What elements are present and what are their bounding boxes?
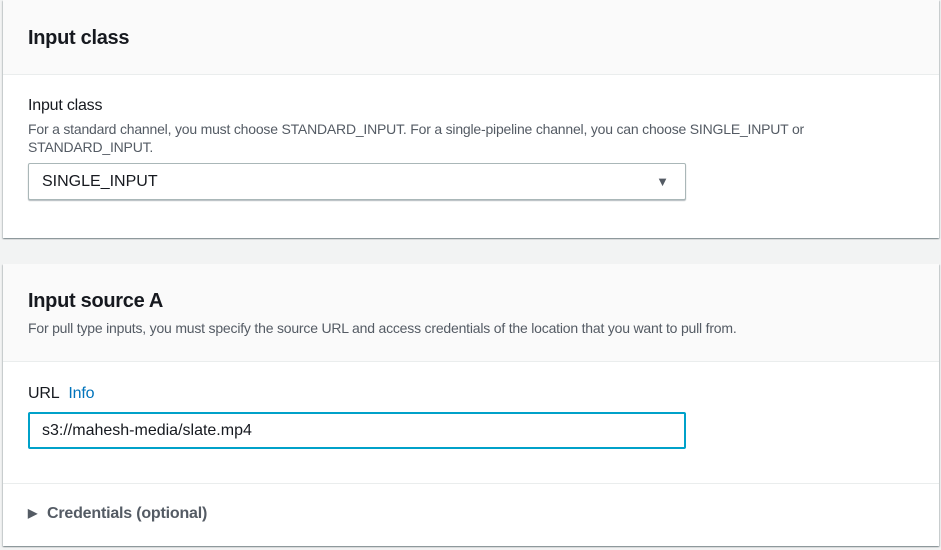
divider: [3, 483, 939, 484]
panel-description: For pull type inputs, you must specify t…: [28, 320, 737, 336]
url-label: URL: [28, 385, 60, 402]
panel-header: Input source A For pull type inputs, you…: [3, 264, 939, 362]
input-class-description: For a standard channel, you must choose …: [28, 121, 805, 155]
url-label-row: URL Info: [28, 385, 95, 403]
caret-down-icon: ▼: [656, 174, 669, 189]
panel-title: Input source A: [28, 290, 164, 312]
panel-header: Input class: [3, 0, 939, 75]
input-class-label: Input class: [28, 97, 103, 114]
caret-right-icon: ▶: [28, 506, 38, 520]
input-source-panel: Input source A For pull type inputs, you…: [3, 264, 939, 546]
url-input[interactable]: s3://mahesh-media/slate.mp4: [28, 412, 686, 449]
panel-title: Input class: [28, 27, 130, 49]
credentials-expander[interactable]: ▶ Credentials (optional): [28, 505, 207, 523]
credentials-label: Credentials (optional): [47, 505, 208, 522]
url-value: s3://mahesh-media/slate.mp4: [42, 422, 252, 439]
info-link[interactable]: Info: [68, 385, 94, 402]
selected-value: SINGLE_INPUT: [42, 173, 158, 190]
input-class-panel: Input class Input class For a standard c…: [3, 0, 939, 238]
input-class-select[interactable]: SINGLE_INPUT ▼: [28, 163, 686, 200]
